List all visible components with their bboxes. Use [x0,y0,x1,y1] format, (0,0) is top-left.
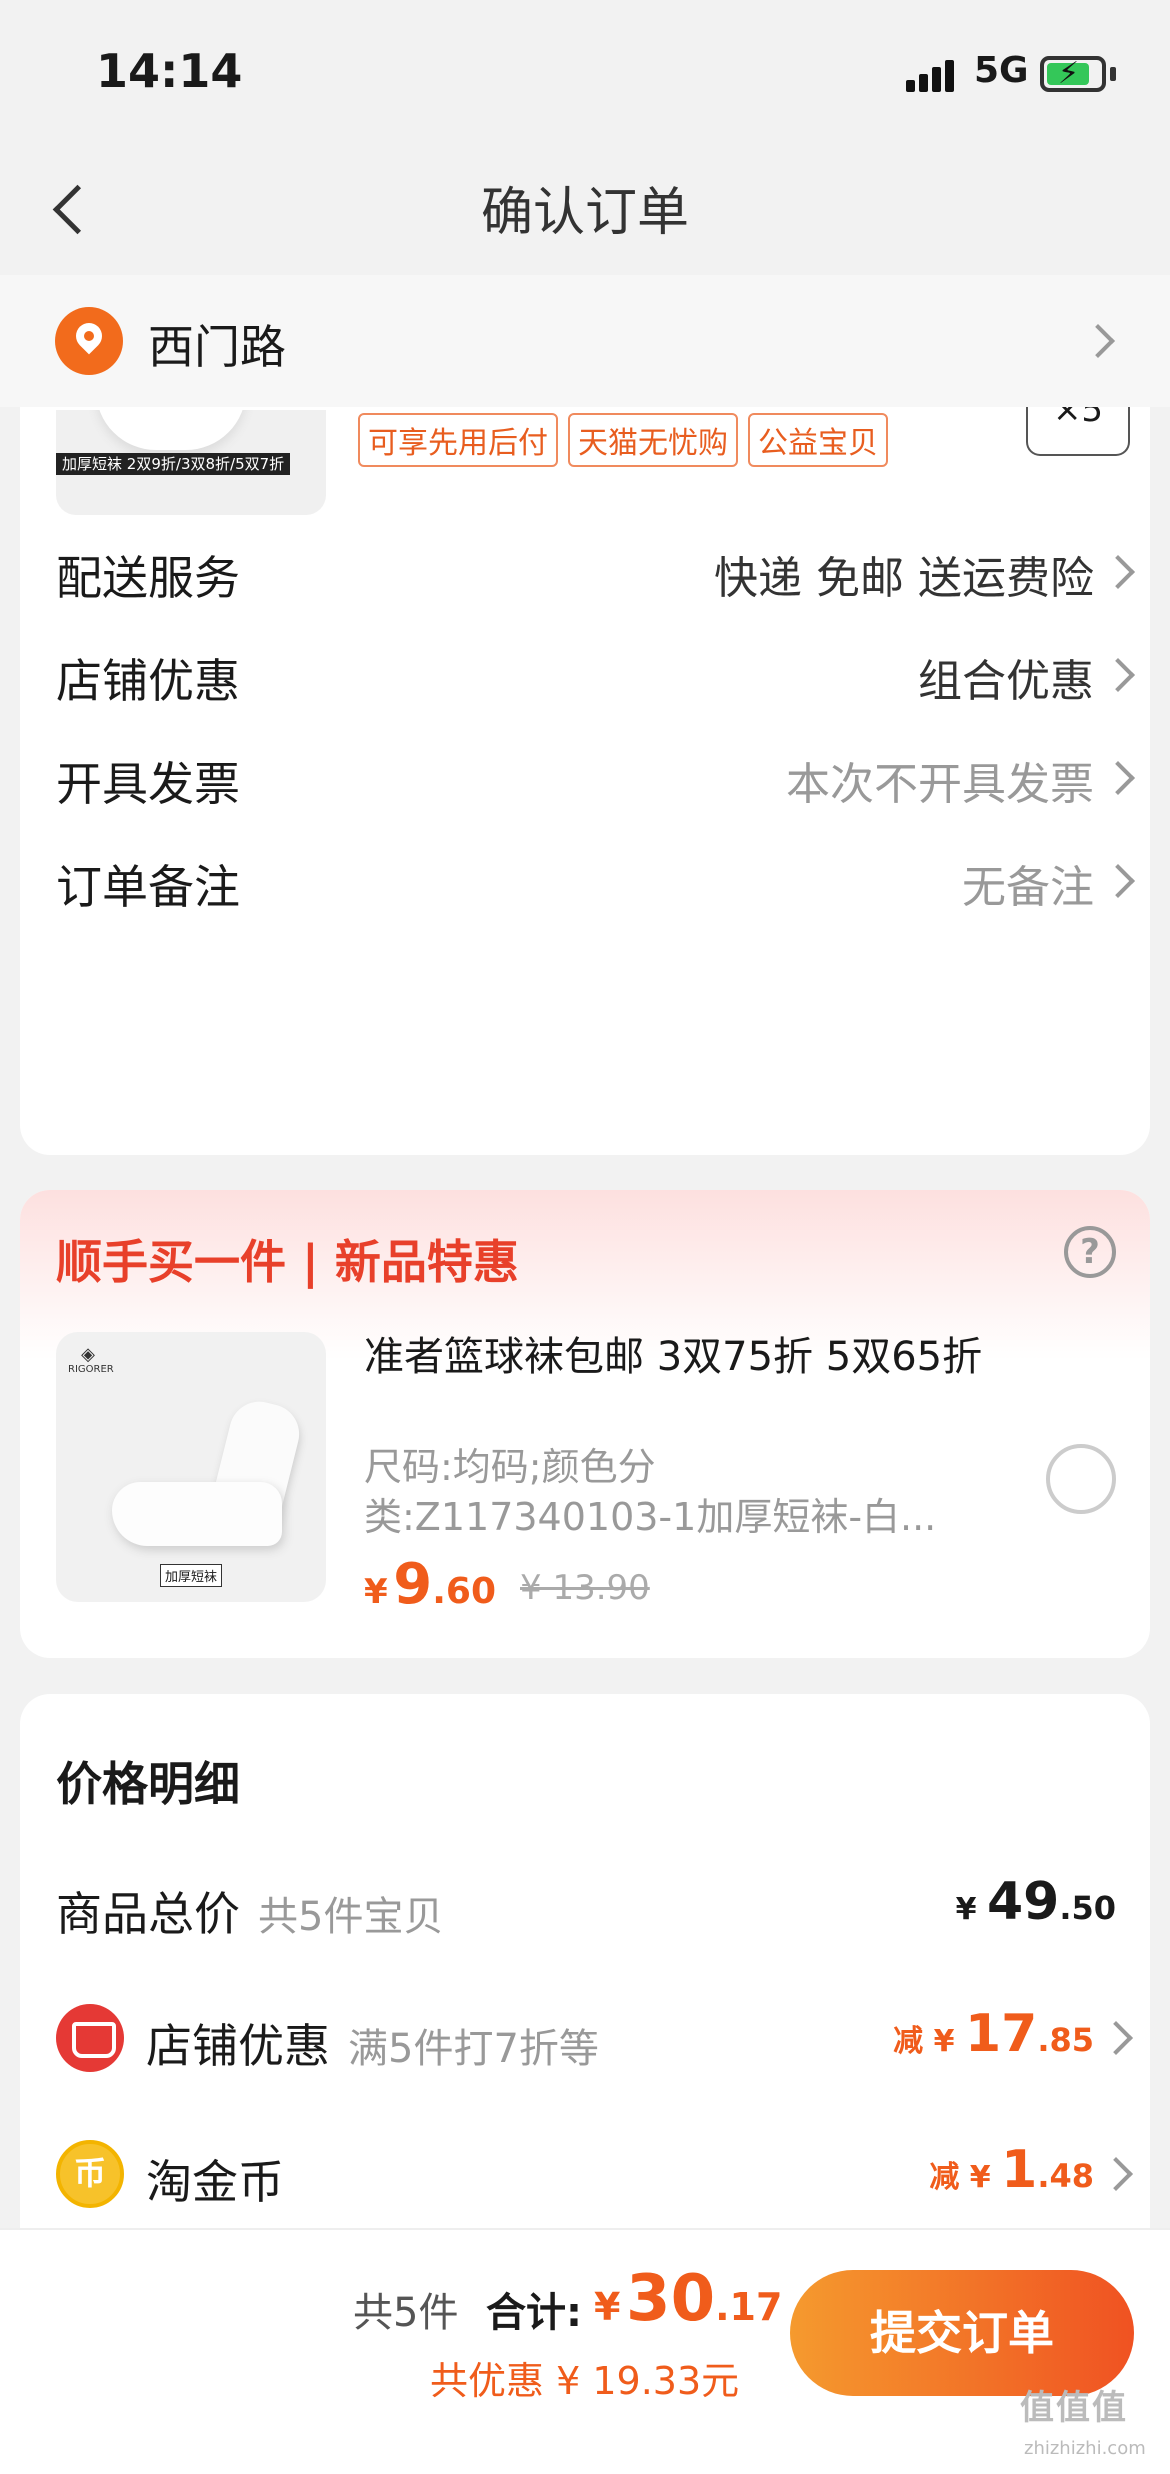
address-text: 西门路 [148,320,286,374]
order-card: 加厚短袜 2双9折/3双8折/5双7折 可享先用后付 天猫无忧购 公益宝贝 ×5… [20,380,1150,1155]
discount-prefix: 减 ¥ [893,2024,955,2059]
navigation-bar: 确认订单 [0,150,1170,275]
thumbnail-caption-b: 2双9折/3双8折/5双7折 [126,455,285,473]
watermark: 值值值 [1020,2388,1128,2428]
goods-currency: ¥ [955,1892,977,1927]
addon-product-spec: 尺码:均码;颜色分 类:Z117340103-1加厚短袜-白... [364,1442,1004,1542]
price-currency: ¥ [364,1572,388,1612]
invoice-row[interactable]: 开具发票 本次不开具发票 [56,738,1135,818]
total-integer: 30 [626,2262,716,2336]
addon-heading: 顺手买一件 | 新品特惠 [56,1235,519,1289]
checkout-bar: 共5件 合计: ¥ 30.17 共优惠 ¥ 19.33元 提交订单 [0,2228,1170,2474]
chevron-right-icon [1101,658,1135,692]
item-count: 共5件 [353,2290,459,2336]
coins-label: 淘金币 [146,2155,284,2209]
product-badge: 加厚短袜 [160,1564,223,1587]
network-label: 5G [974,50,1029,91]
goods-total-row: 商品总价 共5件宝贝 ¥ 49.50 [56,1864,1134,1944]
coins-amount: 减 ¥ 1.48 [929,2140,1094,2200]
thumbnail-caption: 加厚短袜 2双9折/3双8折/5双7折 [56,453,291,475]
brand-logo: RIGORER [68,1346,114,1376]
goods-count: 共5件宝贝 [258,1894,444,1940]
goods-decimal: .50 [1059,1889,1116,1927]
order-note-value: 无备注 [962,862,1094,913]
status-time: 14:14 [96,44,243,98]
spec-line-2: 类:Z117340103-1加厚短袜-白... [364,1495,937,1539]
tag-charity: 公益宝贝 [748,413,888,467]
order-note-row[interactable]: 订单备注 无备注 [56,841,1135,921]
spec-line-1: 尺码:均码;颜色分 [364,1445,656,1489]
total-label: 合计: [486,2290,582,2336]
help-icon[interactable]: ? [1064,1226,1116,1278]
price-decimal: .60 [432,1571,496,1612]
invoice-value: 本次不开具发票 [786,759,1094,810]
goods-total-label: 商品总价 共5件宝贝 [56,1878,443,1944]
addon-original-price: ¥ 13.90 [520,1568,650,1608]
shop-discount-value: 组合优惠 [918,656,1094,707]
sock-image [112,1395,306,1552]
addon-select-radio[interactable] [1046,1444,1116,1514]
coins-integer: 1 [1001,2140,1038,2200]
saved-amount: 共优惠 ¥ 19.33元 [430,2359,740,2403]
shop-discount-amount: 减 ¥ 17.85 [893,2004,1094,2064]
shop-discount-detail-row[interactable]: 店铺优惠 满5件打7折等 减 ¥ 17.85 [56,1996,1134,2076]
addon-product-image[interactable]: RIGORER 加厚短袜 [56,1332,326,1602]
thumbnail-caption-a: 加厚短袜 [62,455,123,473]
watermark-url: zhizhizhi.com [1024,2438,1146,2459]
price-integer: 9 [393,1552,433,1617]
coins-row[interactable]: 币 淘金币 减 ¥ 1.48 [56,2132,1134,2212]
service-tags: 可享先用后付 天猫无忧购 公益宝贝 [358,413,888,467]
total-decimal: .17 [715,2285,783,2329]
goods-total-title: 商品总价 [56,1887,240,1941]
location-pin-icon [55,307,123,375]
delivery-service-value: 快递 免邮 送运费险 [714,553,1094,604]
discount-decimal: .85 [1037,2021,1094,2059]
coin-icon: 币 [56,2140,124,2208]
price-detail-heading: 价格明细 [56,1757,240,1811]
delivery-service-row[interactable]: 配送服务 快递 免邮 送运费险 [56,532,1135,612]
submit-order-button[interactable]: 提交订单 [790,2270,1134,2396]
shop-discount-label: 店铺优惠 [56,654,240,708]
chevron-right-icon [1081,324,1115,358]
chevron-right-icon [1099,2157,1133,2191]
address-bar[interactable]: 西门路 [0,275,1170,407]
tag-pay-later: 可享先用后付 [358,413,558,467]
chevron-right-icon [1099,2021,1133,2055]
shop-discount-detail-label: 店铺优惠 满5件打7折等 [146,2010,599,2076]
sock-image [96,410,246,450]
signal-icon [906,58,956,92]
goods-integer: 49 [986,1872,1060,1932]
addon-product-title[interactable]: 准者篮球袜包邮 3双75折 5双65折 [364,1332,1044,1382]
shop-icon [56,2004,124,2072]
battery-cap [1110,67,1116,81]
total-amount: ¥ 30.17 [594,2262,782,2336]
order-note-label: 订单备注 [56,860,240,914]
chevron-right-icon [1101,761,1135,795]
battery-icon: ⚡ [1040,56,1106,92]
status-bar: 14:14 5G ⚡ [0,0,1170,150]
goods-total-value: ¥ 49.50 [956,1872,1116,1932]
coins-decimal: .48 [1037,2157,1094,2195]
shop-discount-title: 店铺优惠 [146,2019,330,2073]
page-title: 确认订单 [480,183,689,243]
addon-price: ¥ 9.60 [364,1552,496,1617]
chevron-right-icon [1101,864,1135,898]
shop-discount-row[interactable]: 店铺优惠 组合优惠 [56,635,1135,715]
addon-card: 顺手买一件 | 新品特惠 ? RIGORER 加厚短袜 准者篮球袜包邮 3双75… [20,1190,1150,1658]
chevron-right-icon [1101,555,1135,589]
total-currency: ¥ [594,2285,621,2329]
tag-tmall-worry-free: 天猫无忧购 [568,413,738,467]
discount-integer: 17 [964,2004,1038,2064]
delivery-service-label: 配送服务 [56,551,240,605]
coins-prefix: 减 ¥ [929,2160,991,2195]
shop-discount-sub: 满5件打7折等 [348,2026,599,2072]
invoice-label: 开具发票 [56,757,240,811]
